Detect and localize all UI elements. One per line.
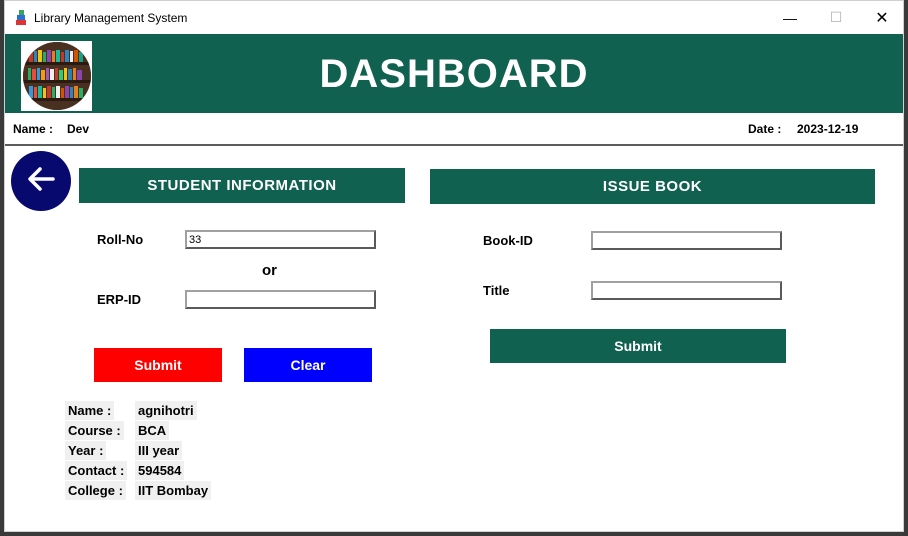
- back-button[interactable]: [11, 151, 71, 211]
- or-label: or: [262, 262, 277, 279]
- book-id-label: Book-ID: [483, 233, 533, 248]
- erp-id-input[interactable]: [185, 290, 376, 309]
- detail-course-value: BCA: [135, 421, 170, 440]
- arrow-left-icon: [25, 163, 57, 200]
- clear-button[interactable]: Clear: [244, 348, 372, 382]
- student-submit-button[interactable]: Submit: [94, 348, 222, 382]
- detail-year-value: III year: [135, 441, 183, 460]
- detail-name-value: agnihotri: [135, 401, 197, 420]
- detail-contact-value: 594584: [135, 461, 185, 480]
- dashboard-header: DASHBOARD: [5, 34, 903, 113]
- detail-contact-label: Contact :: [65, 461, 128, 480]
- issue-submit-button[interactable]: Submit: [490, 329, 786, 363]
- user-info-bar: Name : Dev Date : 2023-12-19: [5, 113, 903, 146]
- title-input[interactable]: [591, 281, 782, 300]
- detail-name-label: Name :: [65, 401, 115, 420]
- date-value: 2023-12-19: [797, 122, 859, 136]
- date-label: Date :: [748, 122, 782, 136]
- detail-college-value: IIT Bombay: [135, 481, 212, 500]
- app-window: Library Management System — ☐ ✕ DASHBOAR…: [4, 0, 904, 532]
- detail-year-label: Year :: [65, 441, 107, 460]
- detail-course-label: Course :: [65, 421, 124, 440]
- window-title: Library Management System: [34, 11, 188, 25]
- detail-college-label: College :: [65, 481, 126, 500]
- student-information-heading: STUDENT INFORMATION: [79, 168, 405, 203]
- maximize-button[interactable]: ☐: [813, 1, 859, 34]
- title-label: Title: [483, 283, 510, 298]
- user-name-label: Name :: [13, 122, 54, 136]
- minimize-button[interactable]: —: [767, 1, 813, 34]
- page-title: DASHBOARD: [319, 52, 589, 96]
- title-bar: Library Management System — ☐ ✕: [5, 1, 903, 34]
- book-id-input[interactable]: [591, 231, 782, 250]
- close-button[interactable]: ✕: [859, 1, 903, 34]
- user-name-value: Dev: [67, 122, 90, 136]
- books-stack-icon: [14, 10, 28, 26]
- roll-no-label: Roll-No: [97, 232, 144, 247]
- roll-no-input[interactable]: [185, 230, 376, 249]
- erp-id-label: ERP-ID: [97, 292, 142, 307]
- issue-book-heading: ISSUE BOOK: [430, 169, 875, 204]
